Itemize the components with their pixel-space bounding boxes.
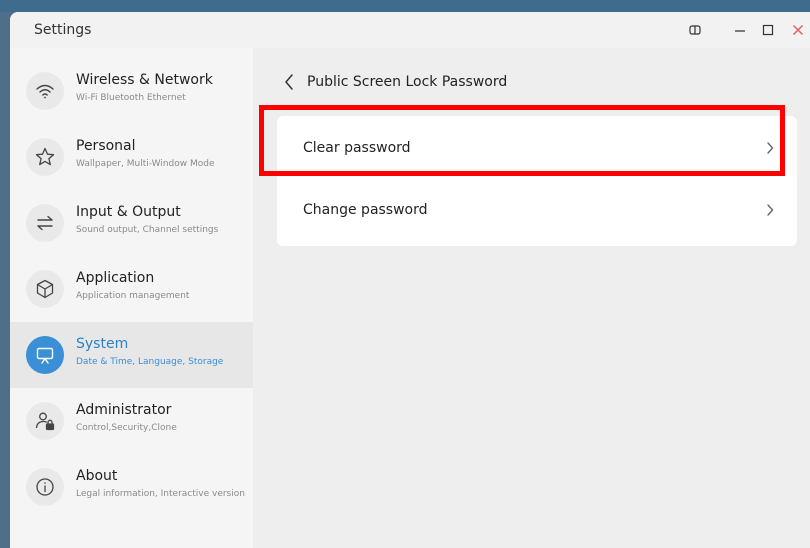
sidebar-item-personal[interactable]: Personal Wallpaper, Multi-Window Mode <box>10 124 253 190</box>
split-view-button[interactable] <box>685 20 705 40</box>
cube-icon <box>26 270 64 308</box>
desktop-background-strip <box>0 0 810 12</box>
sidebar-item-wireless-network[interactable]: Wireless & Network Wi-Fi Bluetooth Ether… <box>10 58 253 124</box>
change-password-option[interactable]: Change password <box>277 178 797 242</box>
sidebar-item-title: System <box>76 336 129 352</box>
sidebar-item-subtitle: Date & Time, Language, Storage <box>76 357 224 367</box>
sidebar-item-about[interactable]: About Legal information, Interactive ver… <box>10 454 253 520</box>
sidebar-item-system[interactable]: System Date & Time, Language, Storage <box>10 322 253 388</box>
sidebar-item-administrator[interactable]: Administrator Control,Security,Clone <box>10 388 253 454</box>
option-label: Change password <box>303 202 428 218</box>
sidebar-item-title: Personal <box>76 138 136 154</box>
chevron-right-icon <box>767 142 774 154</box>
info-icon <box>26 468 64 506</box>
sidebar-item-subtitle: Legal information, Interactive version <box>76 489 245 499</box>
sidebar-item-subtitle: Wallpaper, Multi-Window Mode <box>76 159 215 169</box>
clear-password-option[interactable]: Clear password <box>277 116 797 180</box>
maximize-icon <box>762 24 774 36</box>
sidebar-item-title: Application <box>76 270 155 286</box>
sidebar-item-input-output[interactable]: Input & Output Sound output, Channel set… <box>10 190 253 256</box>
password-options-card: Clear password Change password <box>277 116 797 246</box>
page-title: Public Screen Lock Password <box>307 74 508 90</box>
close-button[interactable] <box>788 20 808 40</box>
monitor-icon <box>26 336 64 374</box>
chevron-left-icon <box>285 74 293 90</box>
sidebar-item-title: About <box>76 468 118 484</box>
option-label: Clear password <box>303 140 411 156</box>
title-bar: Settings <box>10 12 810 48</box>
sidebar-item-subtitle: Application management <box>76 291 190 301</box>
sidebar-item-subtitle: Wi-Fi Bluetooth Ethernet <box>76 93 186 103</box>
sidebar-item-subtitle: Sound output, Channel settings <box>76 225 219 235</box>
minimize-button[interactable] <box>730 20 750 40</box>
main-content: Public Screen Lock Password Clear passwo… <box>253 48 810 548</box>
minimize-icon <box>735 30 745 32</box>
sidebar-item-title: Administrator <box>76 402 172 418</box>
maximize-button[interactable] <box>758 20 778 40</box>
sidebar-item-application[interactable]: Application Application management <box>10 256 253 322</box>
sidebar-item-title: Input & Output <box>76 204 181 220</box>
chevron-right-icon <box>767 204 774 216</box>
swap-arrows-icon <box>26 204 64 242</box>
window-title: Settings <box>34 22 92 38</box>
split-view-icon <box>689 25 701 35</box>
close-icon <box>793 25 803 35</box>
wifi-icon <box>26 72 64 110</box>
settings-window: Settings Wireless & Network Wi-Fi Blueto… <box>10 12 810 548</box>
back-button[interactable] <box>283 72 301 92</box>
star-icon <box>26 138 64 176</box>
sidebar-item-subtitle: Control,Security,Clone <box>76 423 177 433</box>
sidebar-item-title: Wireless & Network <box>76 72 213 88</box>
settings-sidebar: Wireless & Network Wi-Fi Bluetooth Ether… <box>10 48 253 548</box>
user-lock-icon <box>26 402 64 440</box>
